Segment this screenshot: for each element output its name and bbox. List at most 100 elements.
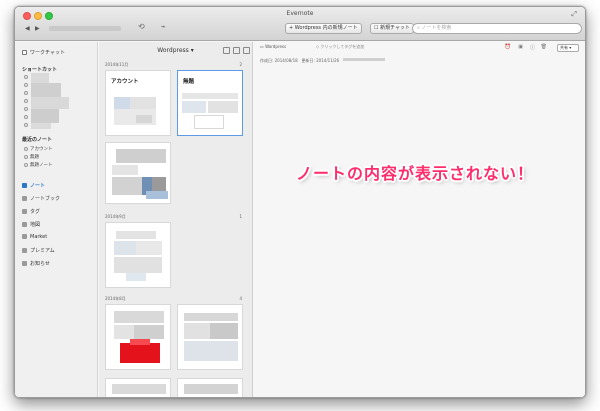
clock-icon (24, 155, 28, 159)
note-title: アカウント (111, 79, 139, 85)
sidebar: ワークチャット ショートカット 最近のノート アカウント 無題 無題ノート ノー… (15, 42, 98, 397)
note-card[interactable] (177, 378, 243, 397)
add-tag-field[interactable]: ◇ クリックしてタグを追加 (316, 44, 364, 50)
new-chat-button[interactable]: ☐ 新規チャット (370, 23, 415, 34)
month-count: 4 (239, 296, 242, 301)
blurred-content (146, 191, 168, 199)
blurred-content (130, 97, 156, 109)
annotation-text: ノートの内容が表示されない！ (296, 164, 535, 183)
reminder-icon[interactable]: ⏰ (505, 44, 511, 50)
sidebar-item-notifications[interactable]: お知らせ (22, 260, 50, 267)
note-card[interactable] (105, 378, 171, 397)
updated-date: 更新日: 2014/11/26 (301, 58, 340, 63)
blurred-shortcut (31, 123, 51, 129)
share-button[interactable]: 共有 ▾ (557, 44, 579, 52)
shortcut-item[interactable] (24, 99, 30, 104)
search-placeholder: ノートを検索 (421, 25, 452, 31)
new-note-button[interactable]: + Wordpress 内の新規ノート (285, 23, 362, 34)
note-card[interactable] (105, 222, 171, 288)
premium-icon (22, 248, 27, 253)
blurred-content (184, 323, 210, 339)
note-card-account[interactable]: アカウント (105, 70, 171, 136)
sidebar-item-work-chat[interactable]: ワークチャット (22, 49, 65, 56)
share-icon[interactable] (223, 47, 230, 54)
sidebar-item-notebooks[interactable]: ノートブック (22, 195, 60, 202)
blurred-content (194, 115, 224, 129)
presentation-icon[interactable]: ▣ (518, 44, 523, 50)
clock-icon (24, 147, 28, 151)
view-mode-icon[interactable] (243, 47, 250, 54)
recent-note-label: 無題ノート (30, 163, 53, 168)
note-icon (24, 83, 28, 87)
note-icon (24, 115, 28, 119)
month-count: 1 (239, 214, 242, 219)
shortcut-item[interactable] (24, 115, 30, 120)
shortcut-item[interactable] (24, 83, 30, 88)
blurred-red-content (120, 343, 160, 363)
blurred-shortcut (31, 83, 61, 97)
tag-icon (22, 209, 27, 214)
fullscreen-icon[interactable]: ⤢ (571, 10, 577, 19)
forward-arrow-icon[interactable]: ▶ (35, 25, 40, 32)
recent-note-item[interactable]: 無題 (24, 154, 39, 160)
notebooks-label: ノートブック (30, 196, 61, 202)
blurred-content (112, 165, 138, 175)
sidebar-item-tags[interactable]: タグ (22, 208, 40, 215)
blurred-content (182, 93, 238, 99)
activity-icon[interactable]: ⌁ (161, 22, 166, 31)
blurred-author (343, 58, 386, 61)
recent-notes-heading: 最近のノート (22, 137, 53, 143)
note-card[interactable] (105, 304, 171, 370)
blurred-content (210, 323, 238, 339)
add-tag-placeholder: クリックしてタグを追加 (320, 44, 365, 49)
pulse-icon (22, 261, 27, 266)
note-icon (24, 99, 28, 103)
note-list: Wordpress ▾ 2014年11月 2 アカウント 無題 2014年9月 … (99, 42, 253, 397)
delete-icon[interactable]: 🗑 (541, 44, 547, 50)
blurred-content (126, 273, 146, 281)
tags-label: タグ (30, 209, 41, 215)
notebook-icon (22, 196, 27, 201)
blurred-shortcut (31, 109, 59, 123)
blurred-content (114, 311, 164, 323)
blurred-content (208, 101, 238, 113)
shortcut-item[interactable] (24, 107, 30, 112)
note-icon (24, 107, 28, 111)
blurred-shortcut (31, 73, 49, 83)
blurred-content (134, 325, 164, 339)
note-card[interactable] (105, 142, 171, 204)
search-input[interactable]: ⌕ ノートを検索 (412, 23, 582, 34)
recent-note-item[interactable]: アカウント (24, 146, 53, 152)
blurred-content (112, 177, 142, 195)
sidebar-item-premium[interactable]: プレミアム (22, 247, 55, 254)
sidebar-item-market[interactable]: Market (22, 234, 47, 240)
shortcut-item[interactable] (24, 75, 30, 80)
month-label: 2014年8月 (105, 296, 126, 301)
shortcut-item[interactable] (24, 91, 30, 96)
back-arrow-icon[interactable]: ◀ (25, 25, 30, 32)
blurred-content (182, 101, 206, 113)
note-card[interactable] (177, 304, 243, 370)
sync-icon[interactable]: ⟲ (138, 22, 145, 31)
notebook-selector[interactable]: ▭ Wordpress (260, 44, 286, 49)
blurred-shortcut (31, 97, 69, 109)
note-icon (24, 123, 28, 127)
sidebar-item-notes[interactable]: ノート (22, 182, 45, 189)
market-icon (22, 234, 27, 239)
shortcuts-heading: ショートカット (22, 67, 58, 73)
work-chat-label: ワークチャット (30, 50, 65, 56)
note-editor: ▭ Wordpress ◇ クリックしてタグを追加 ⏰ ▣ ⓘ 🗑 共有 ▾ 作… (254, 42, 585, 397)
sidebar-item-atlas[interactable]: 地図 (22, 221, 40, 228)
shortcut-item[interactable] (24, 123, 30, 128)
recent-note-label: 無題 (30, 155, 39, 160)
blurred-content (114, 325, 134, 339)
recent-note-item[interactable]: 無題ノート (24, 162, 53, 168)
blurred-content (184, 341, 238, 361)
info-icon[interactable]: ⓘ (530, 44, 535, 51)
note-card-untitled[interactable]: 無題 (177, 70, 243, 136)
info-icon[interactable] (233, 47, 240, 54)
window-title: Evernote (286, 10, 314, 17)
created-date: 作成日: 2014/08/18 (260, 58, 298, 63)
blurred-red-content (130, 339, 150, 345)
clock-icon (24, 163, 28, 167)
